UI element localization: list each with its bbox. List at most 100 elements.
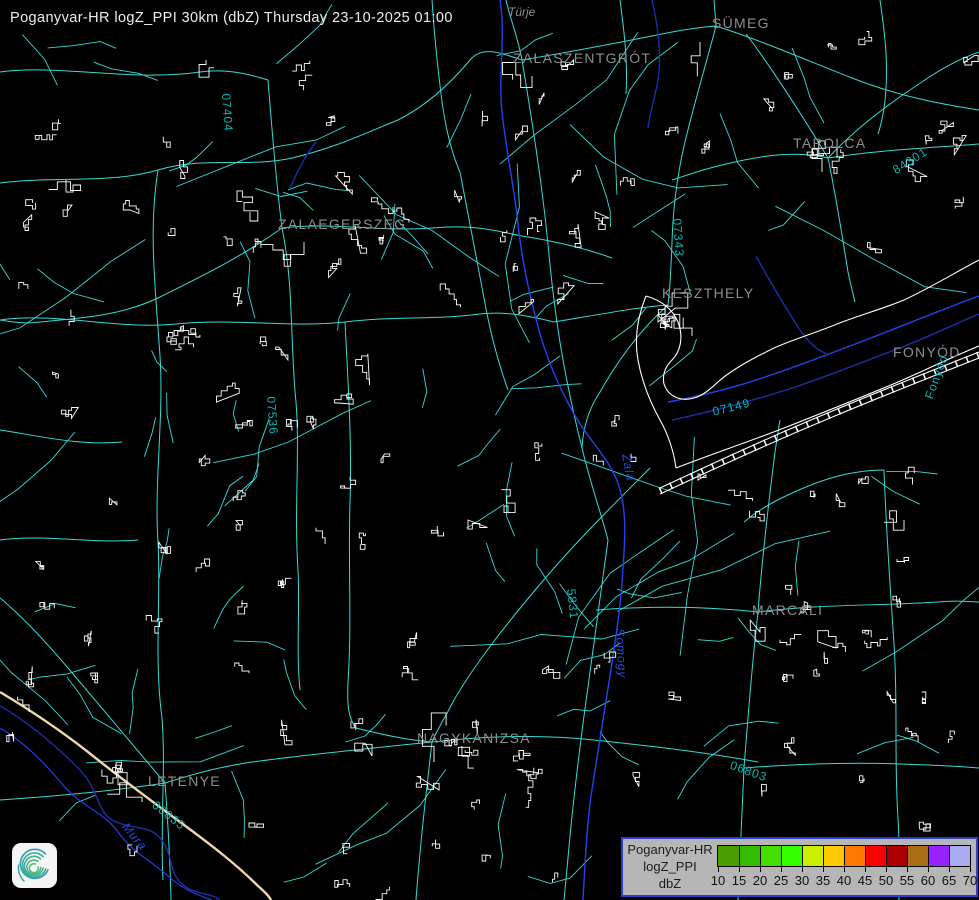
legend-color-bar (717, 845, 971, 867)
minor-road (22, 35, 57, 86)
minor-road (561, 453, 730, 505)
settlement-outline (35, 135, 56, 140)
settlement-outline (666, 127, 678, 135)
settlement-outline (276, 347, 288, 360)
settlement-outline (326, 116, 334, 126)
legend-tick-label: 35 (816, 873, 830, 888)
legend-swatch (823, 846, 844, 866)
legend-tick (865, 867, 866, 872)
legend-swatch (718, 846, 739, 866)
minor-road (457, 429, 500, 466)
settlement-outline (440, 284, 460, 307)
settlement-outline (278, 578, 291, 587)
settlement-outline (53, 372, 59, 378)
minor-road (0, 596, 68, 725)
settlement-outline (539, 93, 544, 105)
legend-swatch (865, 846, 886, 866)
settlement-outline (307, 416, 316, 429)
settlement-outline (832, 643, 845, 652)
settlement-outline (836, 494, 845, 507)
settlement-outline (299, 75, 312, 90)
settlement-outline (159, 542, 171, 553)
minor-road (649, 339, 696, 386)
minor-road (284, 863, 327, 882)
settlement-outline (964, 56, 978, 65)
legend-swatch (949, 846, 970, 866)
settlement-outline (553, 873, 558, 882)
settlement-outline (379, 235, 384, 244)
minor-road (284, 660, 307, 710)
settlement-outline (782, 675, 793, 682)
legend-swatch (760, 846, 781, 866)
legend-swatch (844, 846, 865, 866)
settlement-outline (376, 887, 389, 900)
settlement-outline (472, 800, 480, 810)
legend-tick (928, 867, 929, 872)
legend-tick-label: 40 (837, 873, 851, 888)
minor-road (339, 803, 389, 853)
settlement-outline (381, 454, 390, 463)
settlement-outline (281, 720, 292, 745)
minor-road (86, 746, 244, 763)
legend-tick (802, 867, 803, 872)
settlement-outline (180, 161, 188, 179)
settlement-outline (558, 283, 574, 304)
settlement-outline (919, 822, 930, 831)
settlement-outline (24, 215, 32, 231)
settlement-outline (668, 692, 680, 700)
minor-road (35, 604, 76, 612)
settlement-outline (249, 823, 264, 827)
settlement-outline (593, 455, 603, 465)
settlement-outline (175, 337, 194, 350)
settlement-outline (762, 785, 767, 797)
settlement-outline (146, 616, 162, 634)
minor-road (37, 269, 104, 302)
minor-road (528, 856, 592, 884)
settlement-outline (168, 229, 175, 236)
settlement-outline (107, 783, 142, 802)
minor-road (486, 543, 505, 582)
legend-title-line3: dbZ (625, 875, 715, 892)
settlement-outline (528, 218, 542, 235)
minor-road (232, 771, 245, 838)
settlement-outline (359, 533, 365, 549)
minor-road (234, 641, 286, 650)
legend-tick (844, 867, 845, 872)
minor-road (498, 794, 506, 869)
settlement-outline (811, 491, 816, 497)
settlement-outline (897, 558, 909, 563)
minor-road (213, 401, 371, 463)
settlement-outline (196, 559, 210, 572)
settlement-outline (948, 731, 954, 743)
minor-road (537, 548, 563, 613)
minor-road (698, 637, 734, 641)
legend-swatch (886, 846, 907, 866)
settlement-outline (517, 769, 542, 778)
legend-tick-label: 45 (858, 873, 872, 888)
settlement-outline (814, 669, 820, 676)
minor-road (680, 437, 698, 655)
legend-tick (970, 867, 971, 872)
city-label: LETENYE (148, 773, 221, 789)
settlement-outline (235, 663, 249, 673)
settlement-outline (824, 652, 828, 664)
hungaromet-spiral-logo (12, 843, 57, 888)
settlement-outline (163, 137, 170, 147)
minor-road (886, 472, 937, 474)
minor-road (570, 125, 728, 188)
city-label: ZALAEGERSZEG (278, 216, 406, 232)
settlement-outline (503, 63, 532, 88)
settlement-outline (780, 634, 801, 644)
settlement-outline (356, 354, 370, 386)
minor-road (144, 417, 155, 456)
minor-road (720, 114, 759, 189)
legend-tick (781, 867, 782, 872)
settlement-outline (860, 776, 865, 783)
settlement-outline (863, 630, 872, 637)
settlement-outline (482, 855, 490, 861)
settlement-outline (49, 180, 81, 192)
settlement-outline (868, 243, 882, 253)
road-label: 07536 (264, 396, 281, 435)
settlement-outline (40, 603, 54, 610)
settlement-outline (620, 178, 634, 186)
